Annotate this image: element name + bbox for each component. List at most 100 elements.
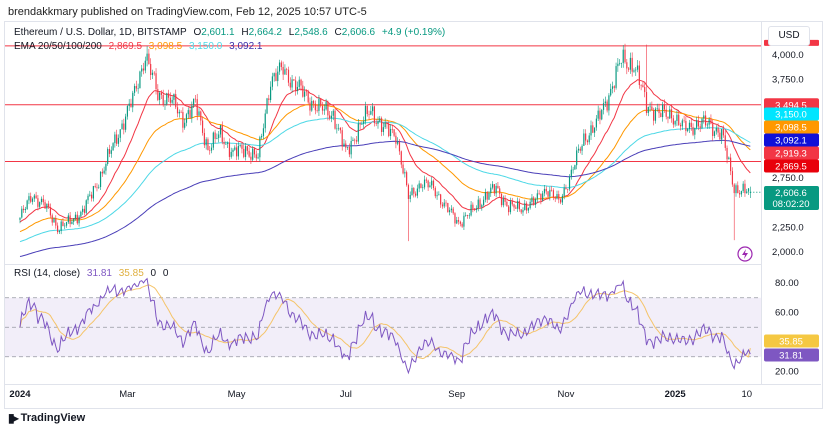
- candle-body: [357, 123, 359, 142]
- high-value: 2,664.2: [248, 27, 282, 38]
- candles: [19, 43, 751, 242]
- candle-body: [250, 156, 252, 160]
- candle-body: [28, 196, 30, 201]
- candle-body: [375, 123, 377, 124]
- candle-body: [409, 195, 411, 199]
- candle-body: [438, 194, 440, 196]
- candle-body: [654, 108, 657, 121]
- candle-body: [701, 118, 703, 128]
- candle-body: [477, 199, 479, 209]
- candle-body: [450, 208, 452, 211]
- candle-body: [139, 71, 141, 89]
- candle-body: [418, 183, 420, 189]
- candle-body: [21, 208, 23, 218]
- candle-body: [178, 111, 180, 114]
- candle-body: [201, 120, 204, 133]
- price-scale-border: [761, 22, 762, 384]
- tradingview-logo[interactable]: ▮▸ TradingView: [8, 411, 85, 425]
- candle-body: [543, 188, 546, 194]
- candle-body: [651, 106, 653, 111]
- candle-body: [130, 103, 132, 108]
- candle-body: [19, 217, 21, 220]
- candle-body: [76, 214, 78, 224]
- candle-body: [647, 107, 649, 113]
- candle-body: [670, 109, 673, 119]
- rsi-band: [5, 297, 761, 358]
- candle-body: [191, 105, 193, 118]
- candle-body: [253, 148, 256, 155]
- candle-body: [271, 76, 273, 87]
- time-tick-label: May: [228, 389, 246, 400]
- candle-body: [509, 201, 512, 213]
- candle-body: [679, 124, 682, 127]
- candle-body: [633, 70, 635, 72]
- candle-body: [552, 190, 555, 198]
- candle-body: [24, 209, 26, 211]
- candle-body: [345, 143, 347, 148]
- horizontal-lines[interactable]: [5, 45, 761, 193]
- candle-body: [198, 111, 200, 116]
- candle-body: [318, 98, 320, 111]
- pane-separator[interactable]: [5, 264, 761, 265]
- candle-body: [429, 185, 431, 188]
- candle-body: [731, 171, 734, 185]
- candle-body: [354, 139, 356, 141]
- candle-body: [499, 188, 501, 194]
- currency-button[interactable]: USD: [768, 26, 810, 46]
- candle-body: [157, 89, 159, 100]
- candle-body: [611, 86, 614, 89]
- candle-body: [443, 202, 445, 207]
- candle-body: [327, 101, 329, 116]
- candle-body: [284, 69, 286, 75]
- candle-body: [44, 202, 46, 209]
- candle-body: [427, 180, 429, 188]
- ema-title[interactable]: EMA 20/50/100/200: [14, 41, 102, 52]
- candle-body: [225, 143, 227, 145]
- candle-body: [280, 62, 282, 67]
- candle-body: [475, 208, 478, 210]
- candle-body: [141, 68, 143, 72]
- candle-body: [223, 142, 225, 145]
- candle-body: [160, 92, 163, 95]
- candle-body: [713, 131, 716, 136]
- hline-label: 2,919.3: [775, 149, 807, 160]
- lightning-icon[interactable]: [737, 246, 753, 262]
- candle-body: [262, 128, 265, 137]
- candle-body: [536, 193, 538, 200]
- candle-body: [420, 183, 422, 188]
- candle-body: [210, 147, 213, 151]
- ema200-label: 3,092.1: [775, 136, 807, 147]
- ema-lines: [19, 79, 751, 257]
- candle-body: [495, 185, 497, 194]
- candle-body: [311, 100, 313, 111]
- candle-body: [150, 63, 152, 75]
- candle-body: [667, 116, 669, 119]
- candle-body: [207, 139, 209, 151]
- candle-body: [629, 57, 631, 70]
- candle-body: [380, 118, 383, 132]
- candle-body: [653, 110, 655, 121]
- countdown-label: 08:02:20: [773, 199, 810, 210]
- candle-body: [466, 215, 469, 216]
- close-label: C: [334, 27, 342, 38]
- candle-body: [733, 184, 735, 194]
- symbol-title[interactable]: Ethereum / U.S. Dollar, 1D, BITSTAMP: [14, 27, 187, 38]
- candle-body: [645, 92, 648, 113]
- candle-body: [574, 165, 576, 170]
- candle-body: [31, 198, 34, 202]
- candle-body: [309, 102, 311, 111]
- time-tick-label: 10: [741, 389, 752, 400]
- candle-body: [431, 180, 433, 186]
- candle-body: [678, 114, 680, 125]
- candle-body: [592, 125, 594, 133]
- candle-body: [293, 79, 295, 81]
- candle-body: [151, 72, 154, 75]
- chart-canvas[interactable]: 4,000.0 3,750.0 2,750.0 2,250.0 2,000.0 80.00…: [0, 0, 825, 432]
- candle-body: [712, 123, 714, 136]
- candle-body: [518, 201, 521, 210]
- candle-body: [169, 97, 171, 103]
- candle-body: [289, 82, 291, 88]
- candle-body: [568, 176, 571, 190]
- rsi-title[interactable]: RSI (14, close): [14, 268, 80, 279]
- candle-body: [479, 199, 481, 208]
